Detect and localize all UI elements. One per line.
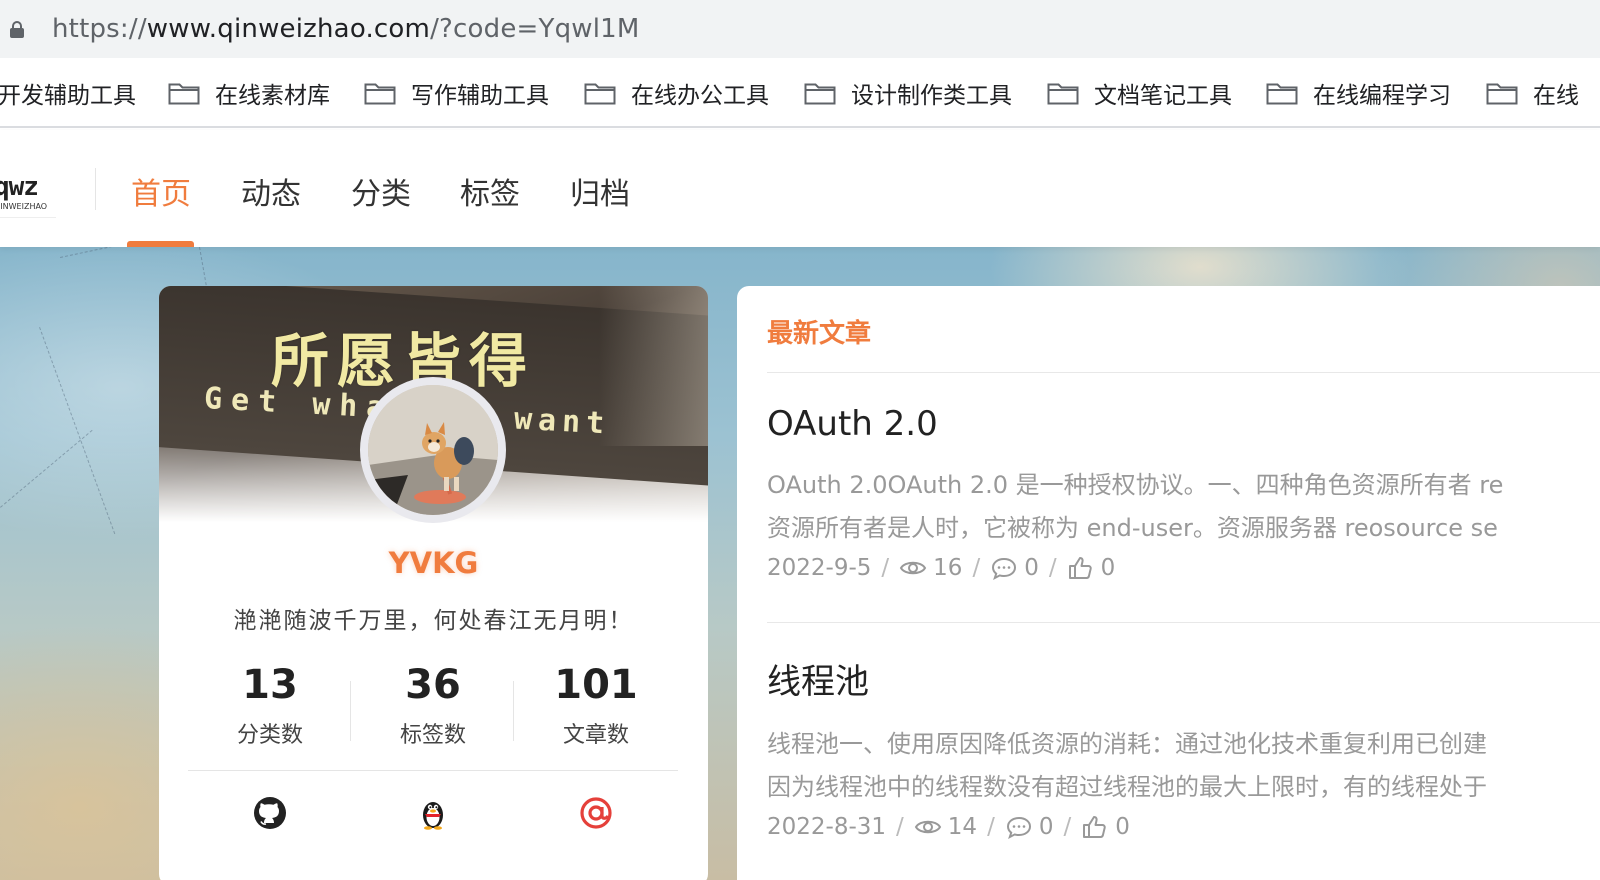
bookmark-folder[interactable]: 在线编程学习 <box>1266 76 1451 110</box>
meta-separator: / <box>1063 814 1072 840</box>
article-excerpt-line: 线程池一、使用原因降低资源的消耗：通过池化技术重复利用已创建 <box>767 730 1487 758</box>
url-path: /?code=Yqwl1M <box>430 14 640 44</box>
bookmark-label: 开发辅助工具 <box>0 83 136 109</box>
bookmark-folder[interactable]: 文档笔记工具 <box>1047 76 1232 110</box>
nav-divider <box>95 168 96 210</box>
article-views: 14 <box>947 814 978 840</box>
latest-articles-card: 最新文章 OAuth 2.0 OAuth 2.0OAuth 2.0 是一种授权协… <box>737 286 1600 880</box>
lock-icon[interactable] <box>10 21 24 38</box>
folder-icon <box>1047 81 1079 105</box>
bookmark-label: 在线编程学习 <box>1313 83 1451 109</box>
article-excerpt-line: 资源所有者是人时，它被称为 end-user。资源服务器 reosource s… <box>767 514 1498 542</box>
article-likes: 0 <box>1100 555 1116 581</box>
meta-separator: / <box>881 555 890 581</box>
article-divider <box>767 622 1600 623</box>
nav-item-categories[interactable]: 分类 <box>351 169 411 213</box>
article-meta: 2022-9-5 / 16 / 0 / 0 <box>767 550 1600 586</box>
article-item: OAuth 2.0 OAuth 2.0OAuth 2.0 是一种授权协议。一、四… <box>767 404 1600 586</box>
nav-item-archives[interactable]: 归档 <box>570 169 630 213</box>
bookmark-folder[interactable]: 设计制作类工具 <box>804 76 1012 110</box>
address-bar[interactable]: https://www.qinweizhao.com/?code=Yqwl1M <box>0 0 1600 58</box>
folder-icon <box>804 81 836 105</box>
stat-value: 101 <box>554 662 638 708</box>
article-meta: 2022-8-31 / 14 / 0 / 0 <box>767 809 1600 845</box>
meta-separator: / <box>1048 555 1057 581</box>
stat-divider <box>350 681 351 741</box>
stat-label: 文章数 <box>562 723 629 748</box>
article-excerpt-line: OAuth 2.0OAuth 2.0 是一种授权协议。一、四种角色资源所有者 r… <box>767 471 1504 499</box>
article-excerpt-line: 因为线程池中的线程数没有超过线程池的最大上限时，有的线程处于 <box>767 773 1487 801</box>
article-title[interactable]: 线程池 <box>767 654 1600 703</box>
bookmark-label: 写作辅助工具 <box>411 83 549 109</box>
avatar[interactable] <box>360 377 506 523</box>
stat-label: 标签数 <box>399 723 466 748</box>
nav-item-moments[interactable]: 动态 <box>241 169 301 213</box>
stat-tags[interactable]: 36 标签数 <box>358 661 508 749</box>
profile-username[interactable]: YVKG <box>159 546 708 580</box>
article-comments: 0 <box>1024 555 1039 581</box>
comment-icon <box>1005 815 1033 839</box>
article-title[interactable]: OAuth 2.0 <box>767 404 1600 444</box>
nav-active-indicator <box>127 241 194 247</box>
bookmark-folder[interactable]: 在线办公工具 <box>584 76 769 110</box>
folder-icon <box>1266 81 1298 105</box>
nav-item-home[interactable]: 首页 <box>131 169 191 213</box>
site-logo[interactable]: qwz QINWEIZHAO <box>0 172 56 218</box>
eye-icon <box>899 556 927 580</box>
bookmark-label: 在线办公工具 <box>631 83 769 109</box>
eye-icon <box>914 815 942 839</box>
bookmark-folder[interactable]: 写作辅助工具 <box>364 76 549 110</box>
stat-label: 分类数 <box>236 723 303 748</box>
section-title: 最新文章 <box>767 319 872 349</box>
article-likes: 0 <box>1115 814 1130 840</box>
email-at-icon[interactable] <box>577 794 615 832</box>
stat-value: 36 <box>405 662 461 708</box>
meta-separator: / <box>987 814 995 840</box>
url-scheme: https:// <box>52 14 147 44</box>
bookmark-folder[interactable]: 开发辅助工具 <box>0 76 136 110</box>
url-host: www.qinweizhao.com <box>146 14 431 44</box>
bookmarks-bar: 开发辅助工具 在线素材库 写作辅助工具 在线办公工具 设计制作类工具 文档笔记工… <box>0 58 1600 128</box>
logo-subtext: QINWEIZHAO <box>0 202 48 211</box>
bookmark-folder[interactable]: 在线 <box>1486 76 1579 110</box>
stat-articles[interactable]: 101 文章数 <box>521 661 671 749</box>
url-text[interactable]: https://www.qinweizhao.com/?code=Yqwl1M <box>52 14 640 44</box>
section-divider <box>767 372 1600 373</box>
folder-icon <box>584 81 616 105</box>
bookmark-label: 文档笔记工具 <box>1094 83 1232 109</box>
comment-icon <box>990 556 1018 580</box>
stat-divider <box>513 681 514 741</box>
bookmark-label: 在线素材库 <box>215 83 330 109</box>
bookmark-label: 在线 <box>1533 83 1579 109</box>
article-item: 线程池 线程池一、使用原因降低资源的消耗：通过池化技术重复利用已创建 因为线程池… <box>767 654 1600 845</box>
qq-penguin-icon[interactable] <box>414 794 452 832</box>
folder-icon <box>364 81 396 105</box>
meta-separator: / <box>972 555 981 581</box>
logo-text: qwz <box>0 172 39 202</box>
profile-card: 所愿皆得 Get wha want YVKG 滟滟随波千万里，何处春江无月明！ … <box>159 286 708 880</box>
banner-english-text-right: want <box>513 401 612 442</box>
thumbs-up-icon[interactable] <box>1081 815 1109 839</box>
thumbs-up-icon[interactable] <box>1067 556 1095 580</box>
article-comments: 0 <box>1038 814 1054 840</box>
article-date: 2022-8-31 <box>767 814 887 840</box>
site-header: qwz QINWEIZHAO 首页 动态 分类 标签 归档 <box>0 130 1600 247</box>
stat-value: 13 <box>242 662 298 708</box>
nav-item-tags[interactable]: 标签 <box>460 169 520 213</box>
article-date: 2022-9-5 <box>767 555 872 581</box>
bookmark-label: 设计制作类工具 <box>851 83 1012 109</box>
article-views: 16 <box>933 555 963 581</box>
card-divider <box>188 770 678 771</box>
stat-categories[interactable]: 13 分类数 <box>195 661 345 749</box>
bookmark-folder[interactable]: 在线素材库 <box>168 76 330 110</box>
folder-icon <box>168 81 200 105</box>
folder-icon <box>1486 81 1518 105</box>
github-icon[interactable] <box>251 794 289 832</box>
profile-motto: 滟滟随波千万里，何处春江无月明！ <box>233 608 634 634</box>
meta-separator: / <box>896 814 904 840</box>
